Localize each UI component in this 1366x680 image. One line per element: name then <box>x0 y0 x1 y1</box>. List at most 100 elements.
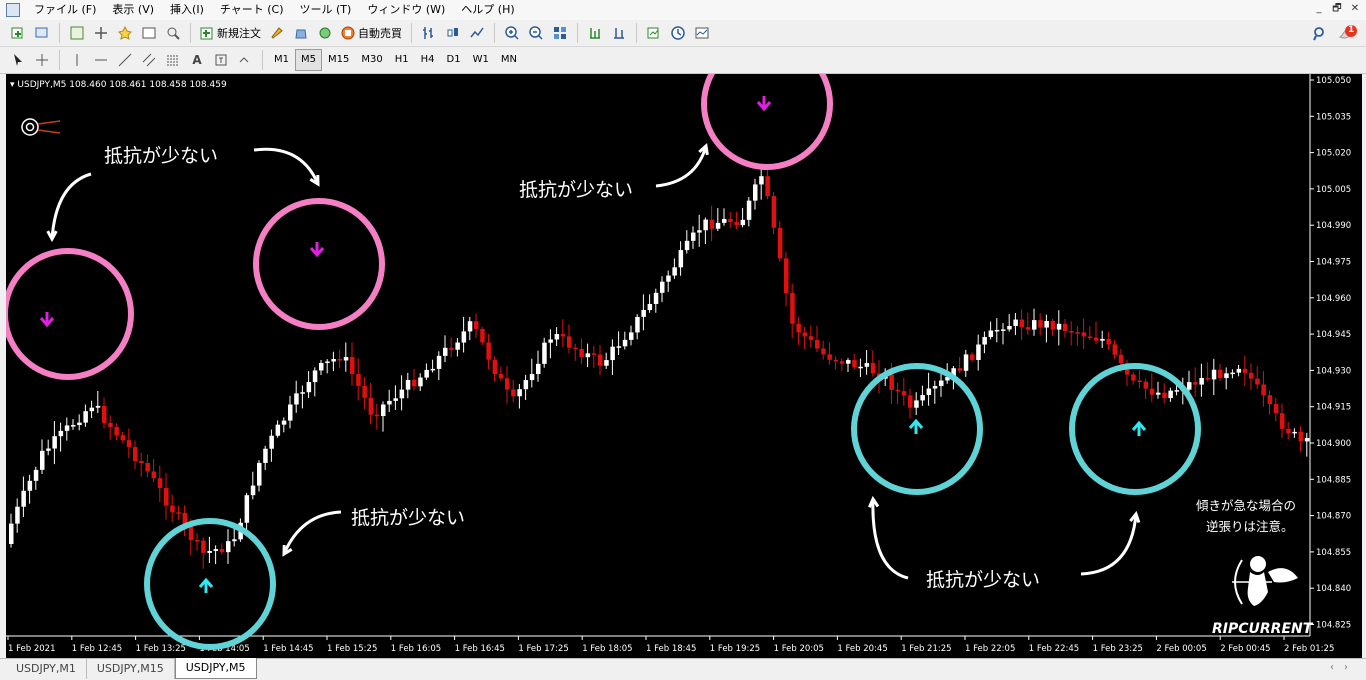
candle-body <box>1019 319 1025 328</box>
caution-note-line2: 逆張りは注意。 <box>1206 519 1294 534</box>
chart-shift-icon[interactable] <box>609 23 629 43</box>
candle-body <box>808 336 814 340</box>
close-button[interactable]: ✕ <box>1348 2 1362 16</box>
toolbar-divider <box>577 23 578 43</box>
auto-scroll-icon[interactable] <box>585 23 605 43</box>
candle-body <box>449 347 454 350</box>
profiles-icon[interactable] <box>32 23 52 43</box>
candle-body <box>1193 382 1198 385</box>
new-chart-icon[interactable] <box>8 23 28 43</box>
timeframe-m1[interactable]: M1 <box>268 49 295 71</box>
candle-body <box>226 541 231 553</box>
channel-icon[interactable] <box>139 50 159 70</box>
candle-body <box>306 382 312 393</box>
candle-body <box>864 363 870 367</box>
text-icon[interactable]: A <box>187 50 207 70</box>
tab-usdjpy-m1[interactable]: USDJPY,M1 <box>6 659 87 679</box>
candle-body <box>629 332 634 340</box>
vertical-line-icon[interactable] <box>67 50 87 70</box>
candle-body <box>833 359 839 362</box>
candle-body <box>709 219 715 229</box>
data-window-icon[interactable] <box>91 23 111 43</box>
candle-body <box>970 354 975 360</box>
minimize-button[interactable]: _ <box>1312 2 1326 16</box>
price-tick-label: 105.020 <box>1316 149 1351 159</box>
timeframe-mn[interactable]: MN <box>495 49 523 71</box>
price-chart[interactable]: ▾ USDJPY,M5 108.460 108.461 108.458 108.… <box>6 74 1362 658</box>
new-order-button[interactable]: 新規注文 <box>200 25 261 41</box>
time-tick-label: 1 Feb 15:25 <box>327 644 377 654</box>
market-icon[interactable] <box>291 23 311 43</box>
indicators-icon[interactable] <box>644 23 664 43</box>
candle-body <box>784 258 789 293</box>
timeframe-d1[interactable]: D1 <box>441 49 467 71</box>
candle-body <box>691 232 696 241</box>
auto-trading-button[interactable]: 自動売買 <box>341 25 402 41</box>
candle-body <box>27 480 33 491</box>
candle-body <box>672 267 677 276</box>
metaeditor-icon[interactable] <box>267 23 287 43</box>
candle-body <box>1267 395 1273 405</box>
menu-view[interactable]: 表示 (V) <box>104 0 162 20</box>
candle-body <box>734 222 739 226</box>
market-watch-icon[interactable] <box>67 23 87 43</box>
menu-window[interactable]: ウィンドウ (W) <box>359 0 453 20</box>
timeframe-m5[interactable]: M5 <box>295 49 322 71</box>
navigator-icon[interactable] <box>115 23 135 43</box>
tile-windows-icon[interactable] <box>550 23 570 43</box>
bar-chart-icon[interactable] <box>419 23 439 43</box>
restore-button[interactable]: 🗗 <box>1330 2 1344 16</box>
timeframe-h1[interactable]: H1 <box>389 49 415 71</box>
tab-usdjpy-m5[interactable]: USDJPY,M5 <box>174 658 257 679</box>
arrows-icon[interactable] <box>235 50 255 70</box>
candle-body <box>1112 344 1118 355</box>
candle-body <box>170 505 175 513</box>
templates-icon[interactable] <box>692 23 712 43</box>
menu-insert[interactable]: 挿入(I) <box>162 0 212 20</box>
candle-body <box>362 385 367 398</box>
notification-bell-icon[interactable]: 1 <box>1338 23 1358 43</box>
trendline-icon[interactable] <box>115 50 135 70</box>
horizontal-line-icon[interactable] <box>91 50 111 70</box>
zoom-in-icon[interactable] <box>502 23 522 43</box>
timeframe-h4[interactable]: H4 <box>415 49 441 71</box>
price-tick-label: 104.855 <box>1316 548 1351 558</box>
tab-scroll-arrows[interactable]: ‹› <box>1330 662 1358 673</box>
candle-body <box>560 334 566 337</box>
fibonacci-icon[interactable] <box>163 50 183 70</box>
menu-file[interactable]: ファイル (F) <box>26 0 104 20</box>
candle-body <box>461 331 467 343</box>
candle-body <box>678 250 684 268</box>
candle-body <box>777 227 783 259</box>
menu-tools[interactable]: ツール (T) <box>292 0 360 20</box>
tab-usdjpy-m15[interactable]: USDJPY,M15 <box>87 659 175 679</box>
signals-icon[interactable] <box>315 23 335 43</box>
text-label-icon[interactable] <box>211 50 231 70</box>
periods-icon[interactable] <box>668 23 688 43</box>
cursor-icon[interactable] <box>8 50 28 70</box>
menu-help[interactable]: ヘルプ (H) <box>453 0 522 20</box>
strategy-tester-icon[interactable] <box>163 23 183 43</box>
candle-body <box>418 377 423 387</box>
menu-chart[interactable]: チャート (C) <box>212 0 292 20</box>
zoom-out-icon[interactable] <box>526 23 546 43</box>
candle-body <box>573 347 578 350</box>
timeframe-m30[interactable]: M30 <box>355 49 388 71</box>
sell-signal-arrow <box>756 96 772 112</box>
timeframe-m15[interactable]: M15 <box>322 49 355 71</box>
candle-body <box>164 487 169 506</box>
candle-body <box>337 359 343 361</box>
line-chart-icon[interactable] <box>467 23 487 43</box>
candle-body <box>275 424 281 436</box>
candlestick-icon[interactable] <box>443 23 463 43</box>
search-icon[interactable] <box>1310 24 1330 44</box>
timeframe-w1[interactable]: W1 <box>467 49 495 71</box>
candle-body <box>852 360 857 368</box>
terminal-icon[interactable] <box>139 23 159 43</box>
candle-body <box>201 540 206 553</box>
candle-body <box>281 420 287 425</box>
toolbar-divider <box>59 50 60 70</box>
cupid-logo-wing <box>1268 568 1298 583</box>
crosshair-icon[interactable] <box>32 50 52 70</box>
candle-body <box>1280 413 1285 429</box>
